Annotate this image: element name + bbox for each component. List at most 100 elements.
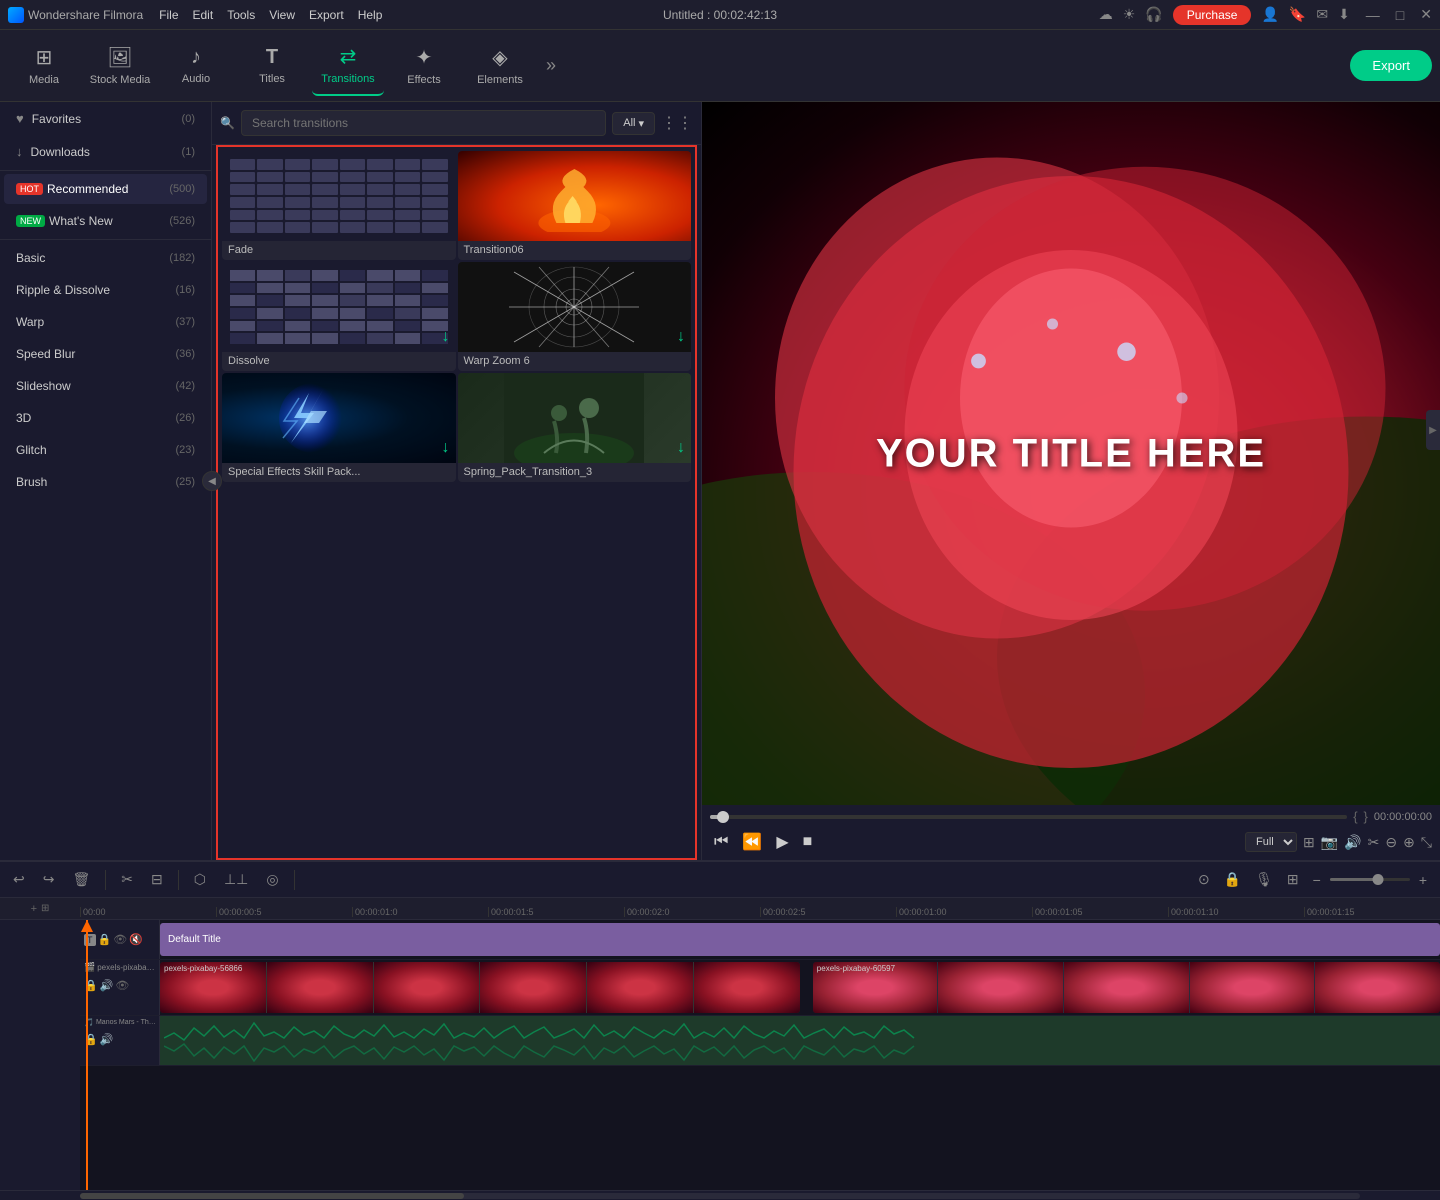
special-effects-label: Special Effects Skill Pack... — [222, 463, 456, 482]
progress-handle[interactable] — [717, 811, 729, 823]
minimize-button[interactable]: — — [1366, 7, 1380, 23]
close-button[interactable]: ✕ — [1420, 6, 1432, 23]
timeline-scrollbar[interactable] — [0, 1190, 1440, 1200]
quality-select[interactable]: Full — [1245, 832, 1297, 852]
video1-clip-2[interactable] — [813, 962, 1440, 1013]
cut-button[interactable]: ✂ — [116, 868, 138, 891]
warp-count: (37) — [175, 316, 195, 328]
sidebar-item-favorites[interactable]: ♥ Favorites (0) — [4, 103, 207, 134]
sidebar-item-downloads[interactable]: ↓ Downloads (1) — [4, 136, 207, 167]
filter-button[interactable]: All ▾ — [612, 112, 655, 135]
headset-icon[interactable]: 🎧 — [1145, 6, 1162, 23]
in-point-button[interactable]: { — [1353, 809, 1357, 824]
side-expand-tab[interactable]: ▶ — [1426, 410, 1440, 450]
sidebar-item-glitch[interactable]: Glitch (23) — [4, 435, 207, 465]
purchase-button[interactable]: Purchase — [1173, 5, 1252, 25]
audio-volume[interactable]: 🔊 — [100, 1033, 114, 1046]
keyframe-button[interactable]: ⬡ — [189, 868, 211, 891]
sidebar-item-3d[interactable]: 3D (26) — [4, 403, 207, 433]
stop-button[interactable]: ■ — [799, 831, 817, 853]
out-point-button[interactable]: } — [1364, 809, 1368, 824]
beat-detect-button[interactable]: ⊥⊥ — [219, 868, 253, 891]
transition-dissolve[interactable]: ↓ Dissolve — [222, 262, 456, 371]
rewind-to-start-button[interactable]: ⏮ — [710, 831, 732, 853]
zoom-in-preview-icon[interactable]: ⊕ — [1403, 834, 1415, 851]
timeline-toolbar: ↩ ↪ 🗑 ✂ ⊟ ⬡ ⊥⊥ ◎ ▶ ⊙ 🔒 🎙 ⊞ − + — [0, 862, 1440, 898]
toolbar-transitions[interactable]: ⇄ Transitions — [312, 36, 384, 96]
sidebar-item-ripple[interactable]: Ripple & Dissolve (16) — [4, 275, 207, 305]
menu-file[interactable]: File — [159, 8, 178, 22]
undo-button[interactable]: ↩ — [8, 868, 30, 891]
title-track-lock[interactable]: 🔒 — [98, 933, 112, 946]
fullscreen-icon[interactable]: ⤡ — [1421, 834, 1432, 851]
transition-special-effects[interactable]: ↓ Special Effects Skill Pack... — [222, 373, 456, 482]
split-button[interactable]: ⊞ — [1282, 868, 1304, 891]
sidebar-item-warp[interactable]: Warp (37) — [4, 307, 207, 337]
title-clip[interactable]: Default Title — [160, 923, 1440, 956]
ruler-tick-6: 00:00:01:00 — [896, 907, 1032, 917]
sidebar-item-whats-new[interactable]: NEW What's New (526) — [4, 206, 207, 236]
add-to-timeline-icon[interactable]: ⊞ — [1303, 834, 1315, 851]
sidebar-item-recommended[interactable]: HOT Recommended (500) — [4, 174, 207, 204]
toolbar-media[interactable]: ⊞ Media — [8, 36, 80, 96]
zoom-out-button[interactable]: − — [1308, 869, 1326, 891]
zoom-out-preview-icon[interactable]: ⊖ — [1385, 834, 1397, 851]
video1-mute[interactable]: 🔊 — [100, 979, 114, 992]
sidebar-item-speed-blur[interactable]: Speed Blur (36) — [4, 339, 207, 369]
mail-icon[interactable]: ✉ — [1316, 6, 1328, 23]
transition-warp-zoom[interactable]: ↓ Warp Zoom 6 — [458, 262, 692, 371]
bookmark-icon[interactable]: 🔖 — [1289, 6, 1306, 23]
snapshot-icon[interactable]: 📷 — [1321, 834, 1338, 851]
toolbar-elements[interactable]: ◈ Elements — [464, 36, 536, 96]
menu-edit[interactable]: Edit — [193, 8, 214, 22]
horizontal-scrollbar-thumb[interactable] — [80, 1193, 464, 1199]
title-track-mute[interactable]: 🔇 — [129, 933, 143, 946]
progress-bar[interactable] — [710, 815, 1347, 819]
user-icon[interactable]: 👤 — [1261, 6, 1278, 23]
motion-track-button[interactable]: ◎ — [261, 868, 283, 891]
maximize-button[interactable]: □ — [1396, 7, 1404, 23]
mic-button[interactable]: 🎙 — [1250, 868, 1278, 891]
sidebar-item-slideshow[interactable]: Slideshow (42) — [4, 371, 207, 401]
menu-help[interactable]: Help — [358, 8, 383, 22]
sun-icon[interactable]: ☀ — [1123, 6, 1136, 23]
redo-button[interactable]: ↪ — [38, 868, 60, 891]
sidebar-item-brush[interactable]: Brush (25) — [4, 467, 207, 497]
cloud-icon[interactable]: ☁ — [1099, 6, 1113, 23]
toolbar-more-button[interactable]: » — [540, 51, 562, 80]
collapse-panel-button[interactable]: ◀ — [202, 471, 222, 491]
toolbar-stock-media[interactable]: 🖼 Stock Media — [84, 36, 156, 96]
grid-view-button[interactable]: ⋮⋮ — [661, 113, 693, 133]
snap-icon[interactable]: ⊞ — [41, 903, 49, 914]
playhead[interactable] — [86, 920, 88, 1190]
lock-timeline-button[interactable]: 🔒 — [1219, 868, 1246, 891]
stock-media-icon: 🖼 — [107, 45, 132, 70]
volume-icon[interactable]: 🔊 — [1344, 834, 1361, 851]
menu-view[interactable]: View — [269, 8, 295, 22]
sidebar-item-basic[interactable]: Basic (182) — [4, 243, 207, 273]
toolbar-titles[interactable]: T Titles — [236, 36, 308, 96]
zoom-in-button[interactable]: + — [1414, 869, 1432, 891]
zoom-handle[interactable] — [1372, 874, 1383, 885]
menu-tools[interactable]: Tools — [227, 8, 255, 22]
search-input[interactable] — [241, 110, 606, 136]
save-icon[interactable]: ⬇ — [1338, 6, 1350, 23]
video1-visible[interactable]: 👁 — [115, 979, 129, 992]
add-track-button[interactable]: + — [31, 903, 37, 915]
trim-icon[interactable]: ✂ — [1368, 834, 1380, 851]
menu-export[interactable]: Export — [309, 8, 344, 22]
transition-06[interactable]: Transition06 — [458, 151, 692, 260]
title-track-visible[interactable]: 👁 — [113, 933, 127, 946]
transition-fade[interactable]: Fade — [222, 151, 456, 260]
fit-timeline-button[interactable]: ⊙ — [1193, 868, 1215, 891]
delete-button[interactable]: 🗑 — [67, 868, 95, 891]
toolbar-audio[interactable]: ♪ Audio — [160, 36, 232, 96]
toolbar-effects[interactable]: ✦ Effects — [388, 36, 460, 96]
play-button[interactable]: ▶ — [772, 830, 792, 854]
video1-clip-1[interactable] — [160, 962, 800, 1013]
audio-panel-button[interactable]: ⊟ — [146, 868, 168, 891]
play-backward-button[interactable]: ⏪ — [738, 830, 766, 854]
export-button[interactable]: Export — [1350, 50, 1432, 81]
zoom-slider[interactable] — [1330, 878, 1410, 881]
transition-spring-pack[interactable]: ↓ Spring_Pack_Transition_3 — [458, 373, 692, 482]
